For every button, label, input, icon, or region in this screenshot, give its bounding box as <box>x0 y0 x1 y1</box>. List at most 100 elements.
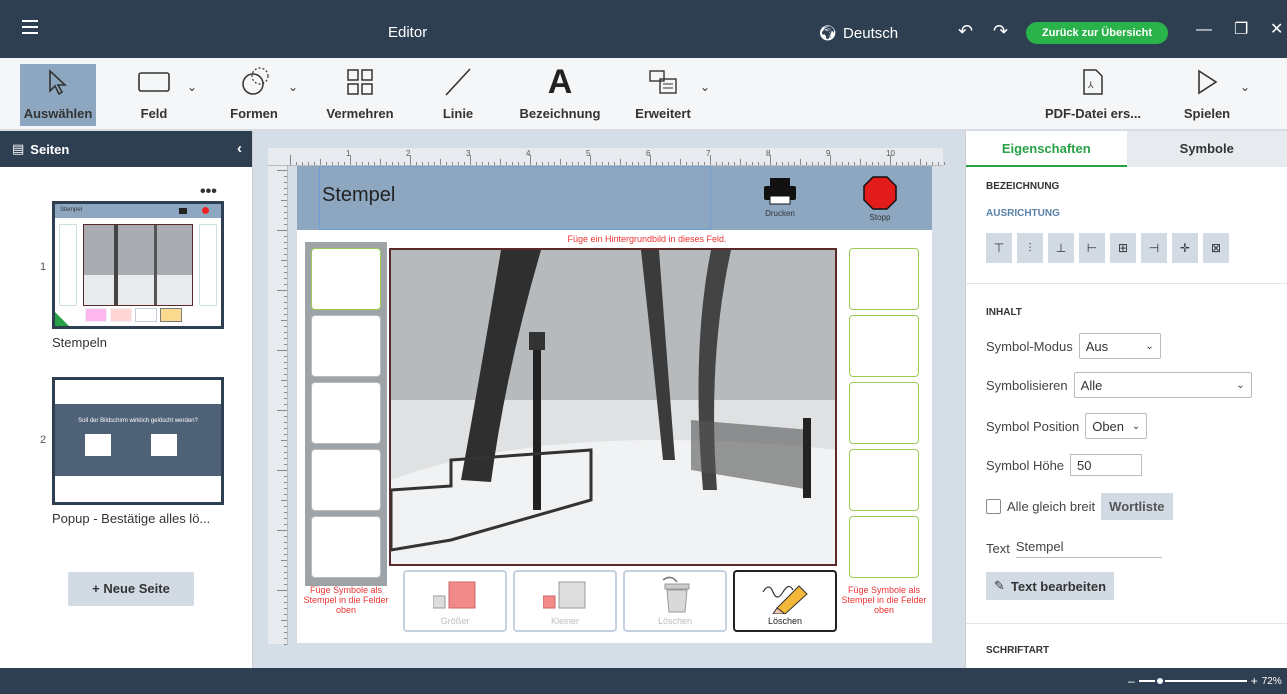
zoom-in-icon[interactable]: + <box>1251 674 1258 688</box>
ruler-tick <box>752 162 753 165</box>
content-section-heading: INHALT <box>986 307 1022 318</box>
stop-button[interactable]: Stopp <box>857 176 903 222</box>
ruler-tick <box>284 548 287 549</box>
equal-width-checkbox[interactable] <box>986 499 1001 514</box>
ruler-tick <box>284 482 287 483</box>
properties-tabs: Eigenschaften Symbole <box>966 131 1287 167</box>
ruler-tick <box>284 422 287 423</box>
delete-button[interactable]: Löschen <box>623 570 727 632</box>
stamp-cell[interactable] <box>311 248 381 310</box>
restore-icon[interactable]: ❐ <box>1234 22 1248 38</box>
left-stamp-column <box>311 248 381 583</box>
ruler-tick <box>284 458 287 459</box>
select-tool-button[interactable]: Auswählen <box>20 64 96 126</box>
language-label: Deutsch <box>843 24 899 42</box>
stamp-cell[interactable] <box>849 248 919 310</box>
align-top-icon[interactable]: ⊤ <box>986 233 1012 263</box>
zoom-slider-handle[interactable] <box>1155 676 1166 686</box>
caption-tool-button[interactable]: A Bezeichnung <box>514 62 606 126</box>
thumb-1-header: Stempel <box>55 204 221 218</box>
align-stretch-icon[interactable]: ⊠ <box>1203 233 1229 263</box>
align-right-icon[interactable]: ⊣ <box>1141 233 1167 263</box>
ruler-tick <box>620 159 621 165</box>
undo-icon[interactable]: ↶ <box>958 22 973 40</box>
close-icon[interactable]: ✕ <box>1270 22 1283 38</box>
align-left-icon[interactable]: ⊢ <box>1079 233 1105 263</box>
text-input[interactable]: Stempel <box>1015 539 1162 558</box>
tab-properties[interactable]: Eigenschaften <box>966 131 1127 167</box>
ruler-tick <box>896 162 897 165</box>
extended-chevron-down-icon[interactable]: ⌄ <box>700 80 710 94</box>
collapse-panel-icon[interactable]: ‹ <box>237 140 242 157</box>
page-title[interactable]: Stempel <box>322 184 395 207</box>
ruler-tick <box>284 386 287 387</box>
tab-symbols[interactable]: Symbole <box>1126 131 1287 167</box>
create-pdf-button[interactable]: ⅄ PDF-Datei ers... <box>1040 64 1146 126</box>
ruler-tick <box>284 416 287 417</box>
ruler-number: 8 <box>766 149 771 158</box>
field-tool-button[interactable]: Feld <box>128 64 180 126</box>
ruler-tick <box>284 374 287 375</box>
multiply-tool-button[interactable]: Vermehren <box>322 64 398 126</box>
ruler-tick <box>281 260 287 261</box>
smaller-button[interactable]: Kleiner <box>513 570 617 632</box>
ruler-tick <box>284 224 287 225</box>
align-bottom-icon[interactable]: ⊥ <box>1048 233 1074 263</box>
play-button[interactable]: Spielen <box>1176 64 1238 126</box>
stamp-cell[interactable] <box>849 382 919 444</box>
print-button[interactable]: Drucken <box>755 176 805 218</box>
ruler-tick <box>284 176 287 177</box>
stamp-cell[interactable] <box>311 449 381 511</box>
redo-icon[interactable]: ↷ <box>993 22 1008 40</box>
wordlist-button[interactable]: Wortliste <box>1101 493 1173 520</box>
stamp-cell[interactable] <box>849 449 919 511</box>
align-vertical-center-icon[interactable]: ⫶ <box>1017 233 1043 263</box>
zoom-slider[interactable] <box>1138 676 1247 686</box>
thumb-1-right-column <box>199 224 217 306</box>
erase-all-button[interactable]: Löschen <box>733 570 837 632</box>
stamp-cell[interactable] <box>311 382 381 444</box>
ruler-tick <box>512 162 513 165</box>
symbol-height-input[interactable]: 50 <box>1070 454 1143 476</box>
shapes-chevron-down-icon[interactable]: ⌄ <box>288 80 298 94</box>
back-to-overview-button[interactable]: Zurück zur Übersicht <box>1026 22 1169 44</box>
ruler-tick <box>284 614 287 615</box>
shapes-tool-button[interactable]: Formen <box>224 64 284 126</box>
ruler-tick <box>296 162 297 165</box>
language-selector[interactable]: 🌍︎ Deutsch <box>818 24 899 43</box>
page-options-icon[interactable]: ••• <box>200 183 217 201</box>
stamp-cell[interactable] <box>311 516 381 578</box>
pencil-eraser-icon <box>761 580 813 617</box>
zoom-out-icon[interactable]: – <box>1128 674 1135 688</box>
align-horizontal-center-icon[interactable]: ⊞ <box>1110 233 1136 263</box>
bigger-button[interactable]: Größer <box>403 570 507 632</box>
editor-page[interactable]: Stempel Drucken Stopp Füge ein Hintergru… <box>297 166 932 643</box>
hamburger-menu-icon[interactable] <box>22 20 38 34</box>
minimize-icon[interactable]: — <box>1196 22 1212 38</box>
symbol-position-value: Oben <box>1092 418 1125 434</box>
shapes-icon <box>224 64 284 100</box>
stamp-cell[interactable] <box>849 315 919 377</box>
ruler-tick <box>326 162 327 165</box>
stamp-cell[interactable] <box>311 315 381 377</box>
field-chevron-down-icon[interactable]: ⌄ <box>187 80 197 94</box>
symbol-position-select[interactable]: Oben ⌄ <box>1085 413 1148 439</box>
ruler-tick <box>824 162 825 165</box>
ruler-number: 3 <box>466 149 471 158</box>
stamp-cell[interactable] <box>849 516 919 578</box>
play-chevron-down-icon[interactable]: ⌄ <box>1240 80 1250 94</box>
page-thumbnail-2[interactable]: Soll der Bildschirm wirklich gelöscht we… <box>52 377 224 505</box>
background-photo[interactable] <box>389 248 837 566</box>
align-center-icon[interactable]: ✛ <box>1172 233 1198 263</box>
divider <box>966 283 1287 284</box>
chevron-down-icon: ⌄ <box>1131 420 1141 432</box>
edit-text-button[interactable]: ✎ Text bearbeiten <box>986 572 1115 600</box>
symbol-mode-select[interactable]: Aus ⌄ <box>1078 333 1161 359</box>
thumb-1-corner-mark <box>55 312 69 326</box>
line-tool-button[interactable]: Linie <box>436 64 480 126</box>
extended-tool-button[interactable]: Erweitert <box>630 64 696 126</box>
new-page-button[interactable]: + Neue Seite <box>68 572 194 606</box>
page-thumbnail-1[interactable]: Stempel <box>52 201 224 329</box>
letter-a-icon: A <box>547 62 573 101</box>
symbolize-select[interactable]: Alle ⌄ <box>1073 372 1252 398</box>
